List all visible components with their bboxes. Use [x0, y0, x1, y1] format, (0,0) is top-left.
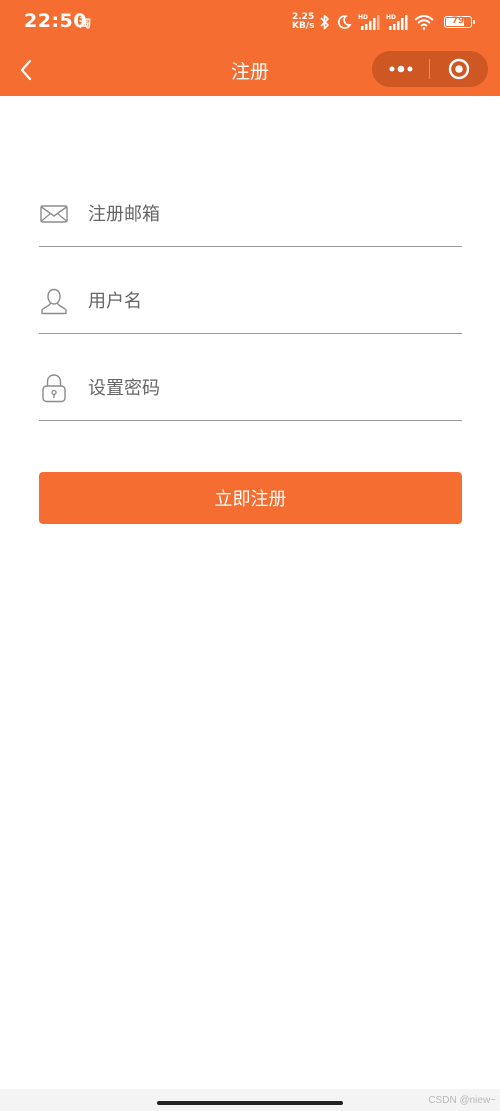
- password-input[interactable]: [88, 368, 448, 408]
- battery-icon: 79: [444, 16, 475, 28]
- more-dots-icon: [389, 65, 412, 73]
- moon-icon: [336, 14, 352, 30]
- battery-cap: [473, 20, 475, 24]
- status-bar: 22:50 淘 2.25 KB/s HD HD 79: [0, 0, 500, 44]
- svg-text:HD: HD: [358, 14, 368, 21]
- close-mini-program-button[interactable]: [430, 51, 487, 87]
- target-circle-icon: [448, 58, 469, 80]
- register-submit-button[interactable]: 立即注册: [39, 472, 462, 524]
- user-icon: [39, 286, 69, 316]
- status-time: 22:50: [24, 10, 87, 32]
- network-speed-unit: KB/s: [292, 21, 315, 31]
- wifi-icon: [414, 14, 434, 30]
- register-screen: 22:50 淘 2.25 KB/s HD HD 79 注册 注册邮箱 用户名 立…: [0, 0, 500, 1111]
- email-input[interactable]: [88, 194, 448, 234]
- svg-text:HD: HD: [386, 14, 396, 21]
- username-input[interactable]: [88, 281, 448, 321]
- status-icons: 2.25 KB/s HD HD 79: [292, 11, 475, 33]
- navigation-bar: 注册: [0, 44, 500, 96]
- watermark: CSDN @niew~: [428, 1095, 496, 1106]
- email-field-row: [39, 182, 462, 247]
- hd-signal-icon: HD: [358, 13, 380, 31]
- bluetooth-icon: [320, 14, 330, 30]
- battery-level: 79: [451, 16, 465, 26]
- register-form: [39, 182, 462, 443]
- network-speed: 2.25 KB/s: [292, 13, 314, 31]
- username-field-row: [39, 269, 462, 334]
- password-field-row: [39, 356, 462, 421]
- envelope-icon: [39, 199, 69, 229]
- home-indicator[interactable]: [157, 1101, 343, 1105]
- lock-icon: [39, 373, 69, 403]
- more-button[interactable]: [372, 51, 429, 87]
- hd-signal-icon: HD: [386, 13, 408, 31]
- taobao-notification-icon: 淘: [79, 16, 92, 30]
- mini-program-capsule: [372, 51, 488, 87]
- system-navigation-bar: CSDN @niew~: [0, 1089, 500, 1111]
